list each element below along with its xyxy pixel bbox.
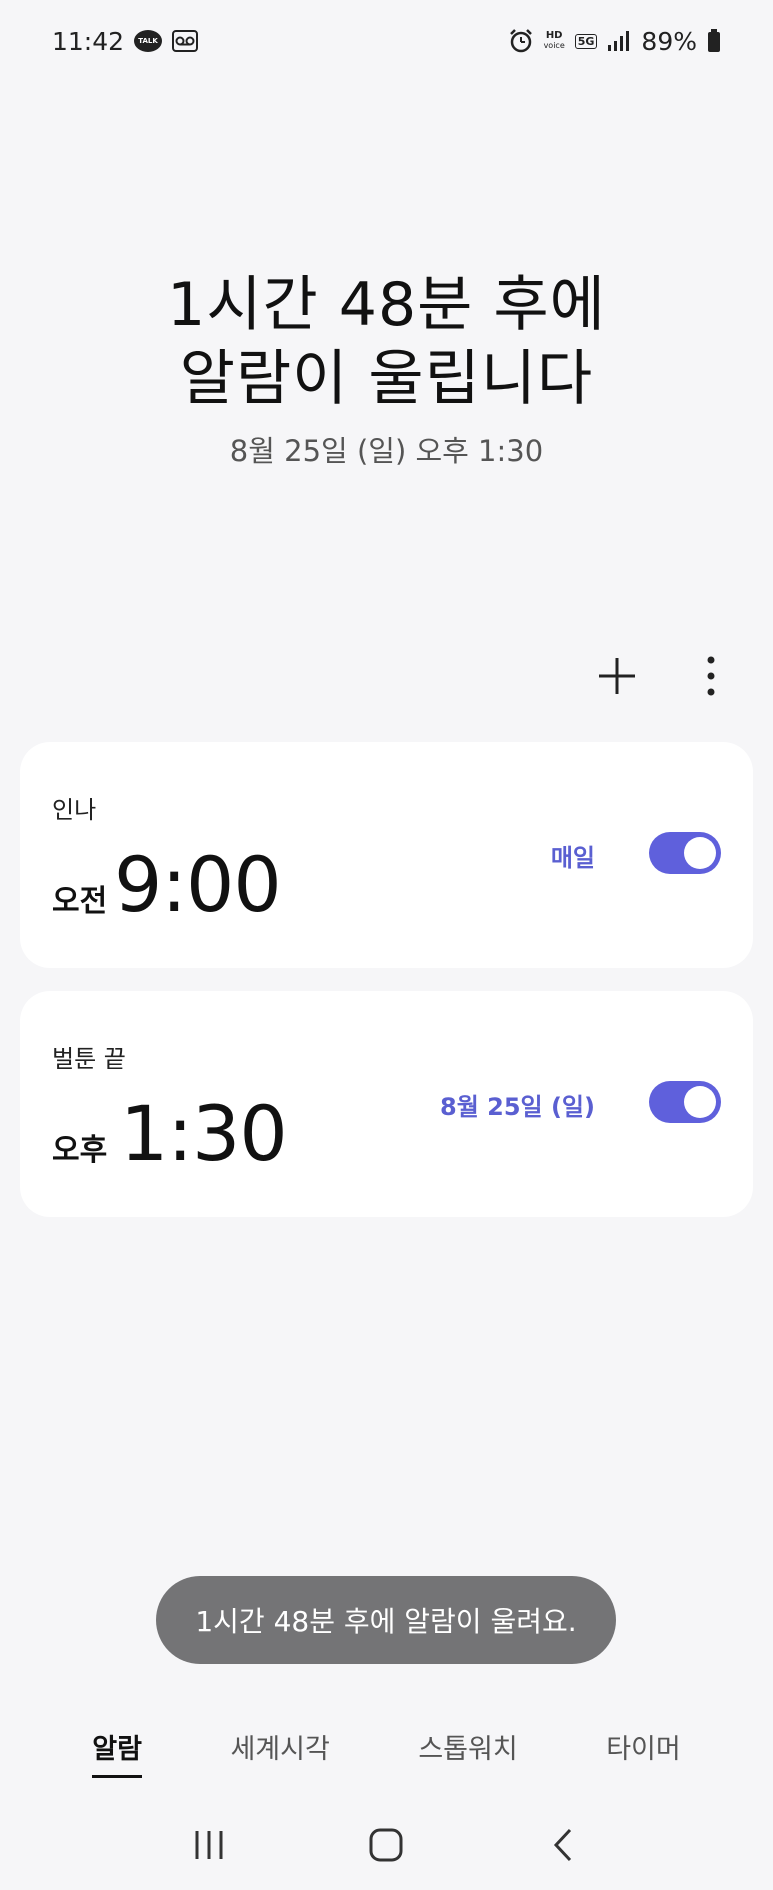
bottom-tabs: 알람 세계시각 스톱워치 타이머: [0, 1710, 773, 1790]
next-alarm-message: 알람이 울립니다: [179, 344, 594, 414]
signal-icon: [607, 30, 631, 52]
alarm-card[interactable]: 인나 오전 9:00 매일: [20, 742, 753, 968]
battery-percent: 89%: [641, 26, 697, 56]
toggle-knob: [684, 837, 716, 869]
recent-apps-icon: [195, 1831, 223, 1859]
clock-time: 11:42: [52, 26, 125, 56]
alarm-card[interactable]: 벌툰 끝 오후 1:30 8월 25일 (일): [20, 991, 753, 1217]
alarm-toggle[interactable]: [649, 1081, 721, 1123]
system-nav-bar: [0, 1800, 773, 1890]
status-bar: 11:42 TALK HD voice 5G 89%: [0, 0, 773, 82]
tab-timer[interactable]: 타이머: [606, 1727, 681, 1774]
voice-label: voice: [543, 41, 565, 50]
alarm-name: 벌툰 끝: [52, 1045, 126, 1073]
alarm-repeat: 매일: [550, 844, 595, 872]
alarm-time: 9:00: [114, 840, 282, 929]
status-left: 11:42 TALK: [52, 26, 199, 56]
more-vertical-icon: [707, 656, 715, 696]
voicemail-icon: [172, 30, 199, 52]
alarm-toolbar: [591, 650, 737, 702]
alarm-repeat: 8월 25일 (일): [440, 1093, 595, 1121]
recent-apps-button[interactable]: [179, 1815, 239, 1875]
toggle-knob: [684, 1086, 716, 1118]
alarm-toggle[interactable]: [649, 832, 721, 874]
back-icon: [554, 1828, 572, 1862]
tab-stopwatch[interactable]: 스톱워치: [418, 1727, 517, 1774]
battery-icon: [707, 29, 721, 53]
alarm-ampm: 오전: [52, 884, 108, 919]
plus-icon: [599, 658, 635, 694]
home-button[interactable]: [356, 1815, 416, 1875]
alarm-clock-icon: [508, 28, 534, 54]
kakaotalk-icon: TALK: [134, 30, 163, 52]
hd-voice-icon: HD voice: [544, 31, 565, 51]
next-alarm-countdown: 1시간 48분 후에: [167, 270, 606, 340]
alarm-time: 1:30: [120, 1089, 288, 1178]
tab-world-clock[interactable]: 세계시각: [230, 1727, 329, 1774]
alarm-ampm: 오후: [52, 1133, 108, 1168]
home-icon: [369, 1828, 403, 1862]
tab-alarm[interactable]: 알람: [92, 1727, 142, 1778]
add-alarm-button[interactable]: [591, 650, 643, 702]
network-5g-icon: 5G: [574, 33, 598, 49]
alarm-name: 인나: [52, 796, 97, 824]
next-alarm-datetime: 8월 25일 (일) 오후 1:30: [229, 434, 544, 468]
back-button[interactable]: [534, 1815, 594, 1875]
next-alarm-summary: 1시간 48분 후에 알람이 울립니다 8월 25일 (일) 오후 1:30: [0, 268, 773, 470]
more-options-button[interactable]: [685, 650, 737, 702]
hd-label: HD: [545, 30, 563, 41]
status-right: HD voice 5G 89%: [508, 27, 721, 56]
toast-message: 1시간 48분 후에 알람이 울려요.: [156, 1576, 616, 1664]
